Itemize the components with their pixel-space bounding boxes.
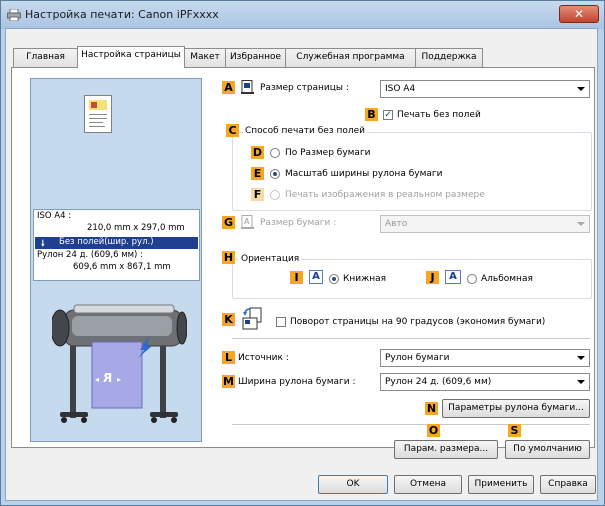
- restore-defaults-button[interactable]: По умолчанию: [505, 440, 590, 459]
- mirrored-r-icon: R: [103, 371, 113, 385]
- info-borderless-mode: Без полей(шир. рул.): [59, 237, 154, 247]
- page-size-icon: [241, 80, 254, 94]
- portrait-radio[interactable]: [329, 274, 339, 284]
- source-select[interactable]: Рулон бумаги: [380, 349, 590, 367]
- svg-text:A: A: [244, 217, 250, 226]
- marker-l: L: [222, 351, 235, 364]
- text-line: [89, 126, 105, 127]
- printer-icon: [7, 9, 21, 21]
- preview-info-box: ISO A4 : 210,0 mm x 297,0 mm 🠗 Без полей…: [33, 209, 200, 281]
- divider: [232, 424, 590, 425]
- borderless-label: Печать без полей: [397, 110, 481, 120]
- info-paper-dimensions: 210,0 mm x 297,0 mm: [87, 223, 185, 233]
- orientation-group: [232, 259, 592, 299]
- paper-size-value: Авто: [385, 219, 408, 229]
- cancel-button[interactable]: Отмена: [394, 475, 462, 494]
- chevron-down-icon: [577, 222, 585, 226]
- info-roll-name: Рулон 24 д. (609,6 мм) :: [37, 250, 143, 260]
- paper-right-arrow-icon: ▸: [117, 375, 122, 384]
- marker-s: S: [508, 424, 521, 437]
- ok-button[interactable]: OK: [318, 475, 388, 494]
- tab-layout[interactable]: Макет: [184, 48, 226, 67]
- fit-roll-width-label: Масштаб ширины рулона бумаги: [285, 169, 443, 179]
- marker-k: K: [222, 313, 235, 326]
- tab-main[interactable]: Главная: [13, 48, 78, 67]
- orientation-label: Ориентация: [239, 254, 302, 264]
- marker-m: M: [222, 375, 235, 388]
- paper-size-icon: A: [241, 215, 254, 229]
- marker-e: E: [251, 167, 264, 180]
- rotate-page-checkbox[interactable]: [276, 317, 286, 327]
- document-preview-icon: [84, 95, 112, 133]
- info-roll-dimensions: 609,6 mm x 867,1 mm: [73, 262, 171, 272]
- close-icon: ✕: [573, 7, 585, 21]
- large-format-printer-illustration: [52, 304, 187, 423]
- fit-roll-width-radio[interactable]: [270, 169, 280, 179]
- checkmark-icon: ✓: [384, 110, 392, 120]
- marker-o: O: [427, 424, 440, 437]
- page-size-select[interactable]: ISO A4: [380, 80, 590, 98]
- window-title: Настройка печати: Canon iPFxxxx: [25, 8, 219, 21]
- close-button[interactable]: ✕: [559, 5, 599, 23]
- portrait-label: Книжная: [343, 274, 387, 284]
- roll-paper-params-button[interactable]: Параметры рулона бумаги...: [442, 399, 590, 418]
- borderless-method-label: Способ печати без полей: [243, 126, 368, 136]
- print-actual-size-label: Печать изображения в реальном размере: [285, 190, 485, 200]
- chevron-down-icon: [577, 356, 585, 360]
- marker-f: F: [251, 188, 264, 201]
- landscape-label: Альбомная: [481, 274, 533, 284]
- rotate-page-label: Поворот страницы на 90 градусов (экономи…: [290, 317, 546, 327]
- help-button[interactable]: Справка: [540, 475, 596, 494]
- paper-size-label: Размер бумаги :: [260, 218, 337, 228]
- image-thumbnail-accent: [91, 102, 97, 108]
- landscape-radio[interactable]: [467, 274, 477, 284]
- marker-j: J: [426, 271, 439, 284]
- text-line: [89, 114, 107, 115]
- marker-a: A: [222, 81, 235, 94]
- text-line: [89, 118, 107, 119]
- fit-paper-size-radio[interactable]: [270, 148, 280, 158]
- page-size-label: Размер страницы :: [260, 83, 349, 93]
- marker-g: G: [222, 216, 235, 229]
- tab-support[interactable]: Поддержка: [415, 48, 483, 67]
- print-actual-size-radio[interactable]: [270, 190, 280, 200]
- info-paper-name: ISO A4 :: [37, 211, 72, 221]
- marker-c: C: [226, 124, 239, 137]
- fit-paper-size-label: По Размер бумаги: [285, 148, 371, 158]
- roll-width-label: Ширина рулона бумаги :: [238, 377, 356, 387]
- marker-i: I: [290, 271, 303, 284]
- portrait-icon: A: [309, 270, 323, 284]
- tab-page-setup[interactable]: Настройка страницы: [77, 46, 185, 68]
- divider: [232, 338, 590, 339]
- title-bar[interactable]: Настройка печати: Canon iPFxxxx ✕: [1, 1, 604, 29]
- marker-h: H: [222, 251, 235, 264]
- landscape-icon: A: [445, 270, 461, 284]
- borderless-checkbox[interactable]: ✓: [383, 110, 393, 120]
- apply-button[interactable]: Применить: [468, 475, 534, 494]
- page-size-value: ISO A4: [385, 84, 416, 94]
- source-value: Рулон бумаги: [385, 353, 450, 363]
- chevron-down-icon: [577, 87, 585, 91]
- paper-left-arrow-icon: ◂: [95, 375, 100, 384]
- roll-width-value: Рулон 24 д. (609,6 мм): [385, 377, 492, 387]
- source-label: Источник :: [238, 353, 289, 363]
- text-line: [89, 122, 103, 123]
- tab-utility[interactable]: Служебная программа: [285, 48, 416, 67]
- info-highlight-row: 🠗 Без полей(шир. рул.): [35, 237, 198, 249]
- size-params-button[interactable]: Парам. размера...: [394, 440, 498, 459]
- chevron-down-icon: [577, 380, 585, 384]
- marker-n: N: [425, 402, 438, 415]
- paper-size-select[interactable]: Авто: [380, 215, 590, 233]
- tab-favorites[interactable]: Избранное: [225, 48, 286, 67]
- roll-width-select[interactable]: Рулон 24 д. (609,6 мм): [380, 373, 590, 391]
- marker-d: D: [251, 146, 264, 159]
- marker-b: B: [365, 108, 378, 121]
- rotate-page-icon: [242, 307, 262, 330]
